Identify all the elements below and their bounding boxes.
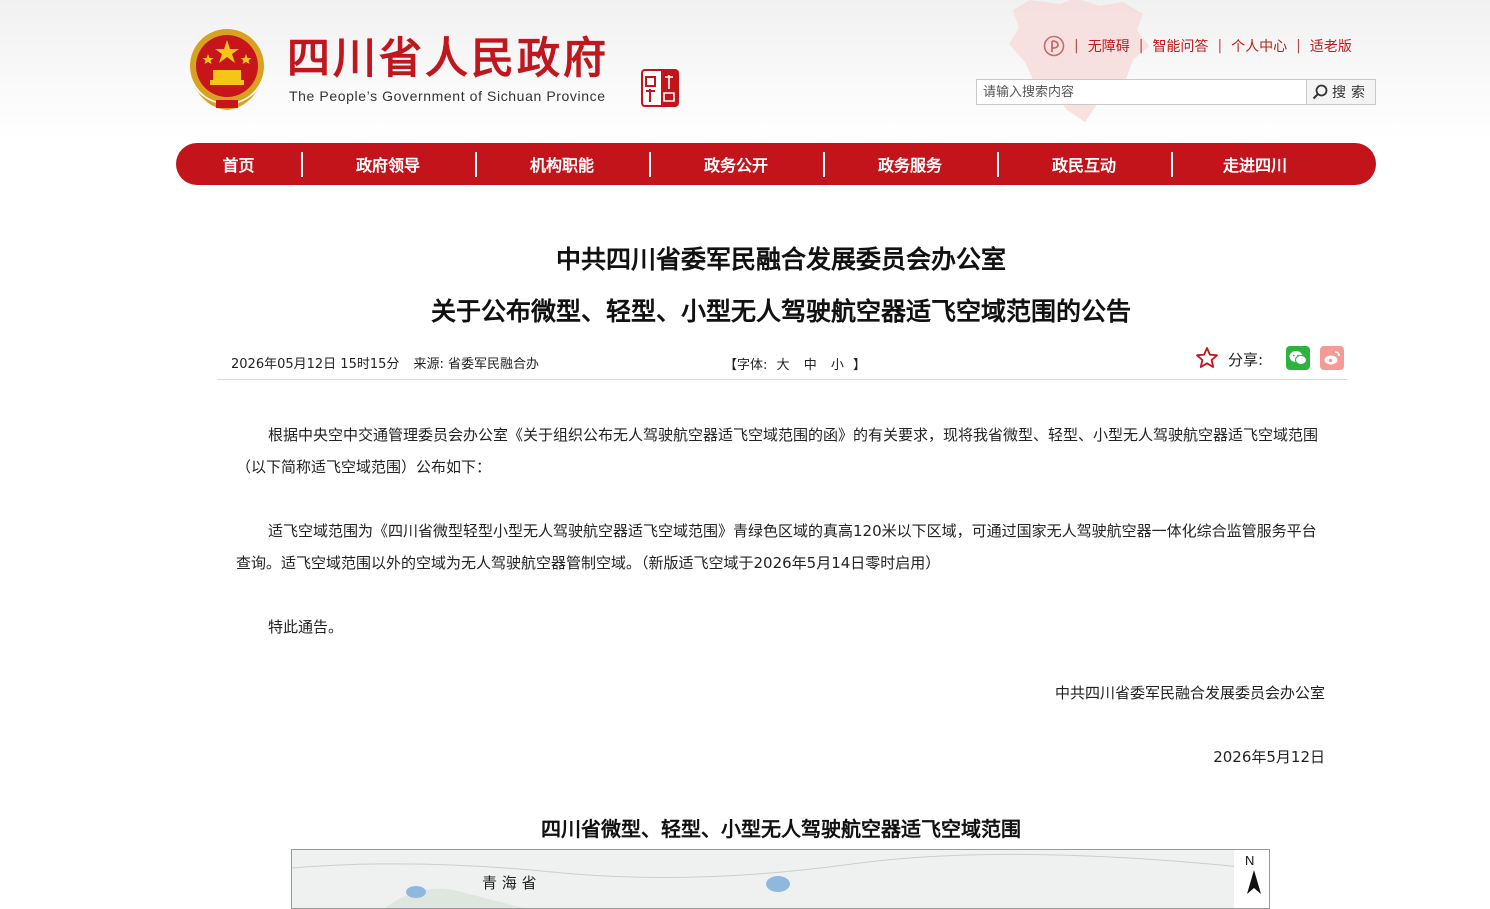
search-input[interactable] xyxy=(977,80,1306,104)
nav-institutions[interactable]: 机构职能 xyxy=(475,143,649,185)
article-meta: 2026年05月12日 15时15分 来源: 省委军民融合办 xyxy=(231,353,539,372)
airspace-map: 青 海 省 N xyxy=(291,849,1270,909)
font-size-large[interactable]: 大 xyxy=(777,358,790,373)
font-size-medium[interactable]: 中 xyxy=(804,358,817,373)
map-label-qinghai: 青 海 省 xyxy=(482,874,537,892)
sichuan-map-watermark xyxy=(1009,0,1149,122)
map-title: 四川省微型、轻型、小型无人驾驶航空器适飞空域范围 xyxy=(541,817,1021,841)
site-subtitle: The People’s Government of Sichuan Provi… xyxy=(289,88,606,104)
font-size-label-close: 】 xyxy=(853,358,867,373)
search-button-label: 搜索 xyxy=(1332,85,1370,101)
article-paragraph: 根据中央空中交通管理委员会办公室《关于组织公布无人驾驶航空器适飞空域范围的函》的… xyxy=(236,426,1319,476)
seal-icon xyxy=(641,69,679,107)
national-emblem-icon xyxy=(190,29,264,110)
separator: | xyxy=(1074,38,1079,54)
nav-gov-leaders[interactable]: 政府领导 xyxy=(301,143,475,185)
share-wechat-button[interactable] xyxy=(1286,346,1310,370)
nav-about-sichuan[interactable]: 走进四川 xyxy=(1171,143,1339,185)
pinyin-icon[interactable] xyxy=(1043,35,1065,57)
search-button[interactable]: 搜索 xyxy=(1306,80,1375,104)
separator: | xyxy=(1138,38,1144,54)
article-date: 2026年5月12日 xyxy=(1213,748,1325,766)
font-size-label-open: 【字体: xyxy=(724,358,768,373)
wechat-icon xyxy=(1289,351,1307,365)
meta-divider xyxy=(217,379,1347,380)
article-paragraph: 适飞空域范围为《四川省微型轻型小型无人驾驶航空器适飞空域范围》青绿色区域的真高1… xyxy=(236,522,1317,572)
article-source: 来源: 省委军民融合办 xyxy=(413,357,540,372)
nav-gov-services[interactable]: 政务服务 xyxy=(823,143,997,185)
nav-interaction[interactable]: 政民互动 xyxy=(997,143,1171,185)
search-icon xyxy=(1312,84,1328,100)
font-size-small[interactable]: 小 xyxy=(831,358,844,373)
nav-home[interactable]: 首页 xyxy=(176,143,301,185)
publish-time: 2026年05月12日 15时15分 xyxy=(231,357,400,372)
site-title: 四川省人民政府 xyxy=(287,34,609,84)
search-box: 搜索 xyxy=(976,79,1376,105)
main-nav: 首页 政府领导 机构职能 政务公开 政务服务 政民互动 走进四川 xyxy=(176,143,1376,185)
article-title-line1: 中共四川省委军民融合发展委员会办公室 xyxy=(555,245,1006,274)
weibo-icon xyxy=(1324,351,1340,365)
separator: | xyxy=(1296,38,1301,54)
article-title-line2: 关于公布微型、轻型、小型无人驾驶航空器适飞空域范围的公告 xyxy=(430,297,1131,326)
share-label: 分享: xyxy=(1228,351,1264,369)
link-personal-center[interactable]: 个人中心 xyxy=(1231,36,1287,56)
separator: | xyxy=(1217,38,1223,54)
favorite-star-icon[interactable] xyxy=(1195,346,1219,370)
link-smart-qa[interactable]: 智能问答 xyxy=(1152,36,1208,56)
font-size-switcher: 【字体: 大 中 小 】 xyxy=(724,354,866,373)
map-image: 青 海 省 N xyxy=(292,850,1269,908)
link-elder-mode[interactable]: 适老版 xyxy=(1310,36,1352,56)
nav-gov-disclosure[interactable]: 政务公开 xyxy=(649,143,823,185)
link-accessibility[interactable]: 无障碍 xyxy=(1088,36,1130,56)
top-links-bar: | 无障碍 | 智能问答 | 个人中心 | 适老版 xyxy=(1043,34,1352,58)
share-weibo-button[interactable] xyxy=(1320,346,1344,370)
article-paragraph: 特此通告。 xyxy=(268,618,344,636)
article-signature: 中共四川省委军民融合发展委员会办公室 xyxy=(1054,684,1325,702)
north-label: N xyxy=(1245,853,1254,868)
